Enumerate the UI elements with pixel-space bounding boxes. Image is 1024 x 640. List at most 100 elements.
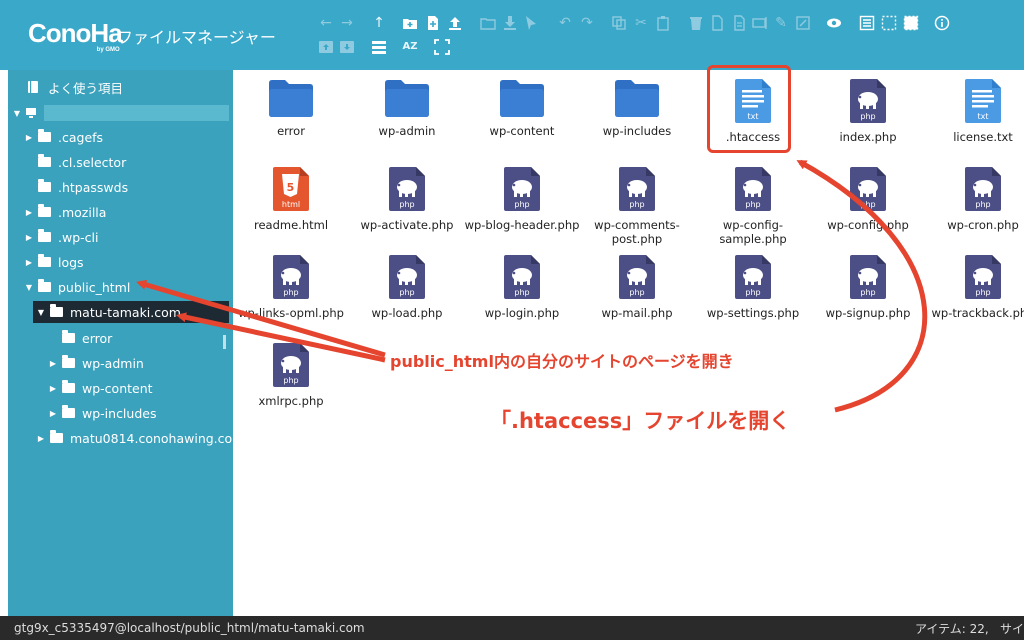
copy-icon[interactable] [611, 15, 627, 31]
file-item[interactable]: wp-admin [349, 78, 465, 138]
caret-down-icon[interactable]: ▼ [12, 109, 22, 118]
file-item[interactable]: php index.php [810, 78, 926, 144]
sidebar-item-mozilla[interactable]: ▶ .mozilla [24, 201, 106, 223]
folder-icon [385, 80, 429, 117]
select-icon[interactable] [523, 15, 539, 31]
file-item[interactable]: php wp-login.php [464, 254, 580, 320]
sidebar-item-wp-admin[interactable]: ▶ wp-admin [48, 352, 144, 374]
status-item-count: アイテム: 22, [915, 621, 989, 636]
new-file-icon[interactable] [425, 15, 441, 31]
sort-icon[interactable]: AZ [402, 39, 418, 55]
file-item[interactable]: php wp-cron.php [925, 166, 1024, 232]
back-icon[interactable]: ← [318, 15, 334, 31]
sidebar-item-cl-selector[interactable]: .cl.selector [24, 151, 126, 173]
file-item[interactable]: php wp-config.php [810, 166, 926, 232]
file-item[interactable]: wp-content [464, 78, 580, 138]
forward-icon[interactable]: → [339, 15, 355, 31]
delete-icon[interactable] [688, 15, 704, 31]
sidebar-item-wp-cli[interactable]: ▶ .wp-cli [24, 226, 98, 248]
html-file-icon: 5 html [273, 167, 309, 211]
folder-icon [38, 154, 51, 167]
rename-icon[interactable] [731, 15, 747, 31]
file-item[interactable]: txt license.txt [925, 78, 1024, 144]
duplicate-icon[interactable] [710, 15, 726, 31]
sidebar-item-wp-includes[interactable]: ▶ wp-includes [48, 402, 156, 424]
caret-right-icon[interactable]: ▶ [24, 233, 34, 242]
sidebar-resize-handle[interactable] [223, 335, 226, 349]
file-item[interactable]: php xmlrpc.php [233, 342, 349, 408]
sidebar-item-wp-content[interactable]: ▶ wp-content [48, 377, 153, 399]
svg-text:php: php [399, 200, 414, 209]
file-item[interactable]: wp-includes [579, 78, 695, 138]
file-item[interactable]: php wp-settings.php [695, 254, 811, 320]
file-item[interactable]: php wp-config-sample.php [695, 166, 811, 246]
file-item[interactable]: php wp-signup.php [810, 254, 926, 320]
file-item[interactable]: php wp-trackback.php [925, 254, 1024, 320]
root-item[interactable]: ▼ [12, 102, 37, 124]
folder-icon [62, 330, 75, 343]
file-name: wp-settings.php [706, 306, 800, 320]
caret-down-icon[interactable]: ▼ [36, 308, 46, 317]
open-folder-icon[interactable] [480, 15, 496, 31]
folder-open-icon [38, 279, 51, 292]
file-item[interactable]: php wp-comments-post.php [579, 166, 695, 246]
view-list-icon[interactable] [371, 39, 387, 55]
folder-icon [62, 355, 75, 368]
caret-right-icon[interactable]: ▶ [36, 434, 46, 443]
redo-icon[interactable]: ↷ [579, 15, 595, 31]
file-name: wp-comments-post.php [594, 218, 680, 246]
resize-icon[interactable] [795, 15, 811, 31]
file-item[interactable]: 5 html readme.html [233, 166, 349, 232]
folder-icon [38, 179, 51, 192]
caret-right-icon[interactable]: ▶ [24, 133, 34, 142]
fullscreen-icon[interactable] [434, 39, 450, 55]
sidebar-item-cagefs[interactable]: ▶ .cagefs [24, 126, 103, 148]
php-file-icon: php [965, 255, 1001, 299]
paste-icon[interactable] [655, 15, 671, 31]
file-item[interactable]: php wp-blog-header.php [464, 166, 580, 232]
svg-text:php: php [629, 200, 644, 209]
root-label-bar[interactable] [44, 105, 229, 121]
file-item[interactable]: php wp-mail.php [579, 254, 695, 320]
caret-down-icon[interactable]: ▼ [24, 283, 34, 292]
up-icon[interactable]: ↑ [371, 15, 387, 31]
invert-selection-icon[interactable] [903, 15, 919, 31]
sidebar-item-public-html[interactable]: ▼ public_html [24, 276, 130, 298]
folder-down-icon[interactable] [339, 39, 355, 55]
file-item[interactable]: php wp-links-opml.php [233, 254, 349, 320]
caret-right-icon[interactable]: ▶ [48, 384, 58, 393]
caret-right-icon[interactable]: ▶ [24, 208, 34, 217]
select-none-icon[interactable] [881, 15, 897, 31]
caret-right-icon[interactable]: ▶ [24, 258, 34, 267]
favorites-label: よく使う項目 [48, 80, 124, 96]
caret-right-icon[interactable]: ▶ [48, 409, 58, 418]
upload-icon[interactable] [447, 15, 463, 31]
new-folder-icon[interactable] [402, 15, 418, 31]
file-item[interactable]: php wp-activate.php [349, 166, 465, 232]
sidebar-item-conohawing[interactable]: ▶ matu0814.conohawing.com [36, 427, 244, 449]
pencil-icon[interactable]: ✎ [773, 15, 789, 31]
sidebar-item-logs[interactable]: ▶ logs [24, 251, 84, 273]
undo-icon[interactable]: ↶ [557, 15, 573, 31]
sidebar-item-htpasswds[interactable]: .htpasswds [24, 176, 128, 198]
folder-tree-sidebar: よく使う項目 ▼ ▶ .cagefs .cl.selector .htpasswd… [8, 70, 244, 616]
folder-up-icon[interactable] [318, 39, 334, 55]
folder-icon [62, 380, 75, 393]
favorites-item[interactable]: よく使う項目 [28, 76, 123, 98]
edit-icon[interactable] [752, 15, 768, 31]
preview-icon[interactable] [826, 15, 842, 31]
file-item[interactable]: error [233, 78, 349, 138]
download-icon[interactable] [502, 15, 518, 31]
status-path: gtg9x_c5335497@localhost/public_html/mat… [14, 621, 365, 635]
folder-icon [615, 80, 659, 117]
info-icon[interactable] [934, 15, 950, 31]
sidebar-item-matu-tamaki[interactable]: ▼ matu-tamaki.com [33, 301, 229, 323]
svg-text:php: php [514, 288, 529, 297]
cut-icon[interactable]: ✂ [633, 15, 649, 31]
sidebar-item-error[interactable]: error [48, 327, 112, 349]
caret-right-icon[interactable]: ▶ [48, 359, 58, 368]
folder-icon [38, 129, 51, 142]
svg-text:php: php [514, 200, 529, 209]
select-all-icon[interactable] [859, 15, 875, 31]
file-item[interactable]: php wp-load.php [349, 254, 465, 320]
